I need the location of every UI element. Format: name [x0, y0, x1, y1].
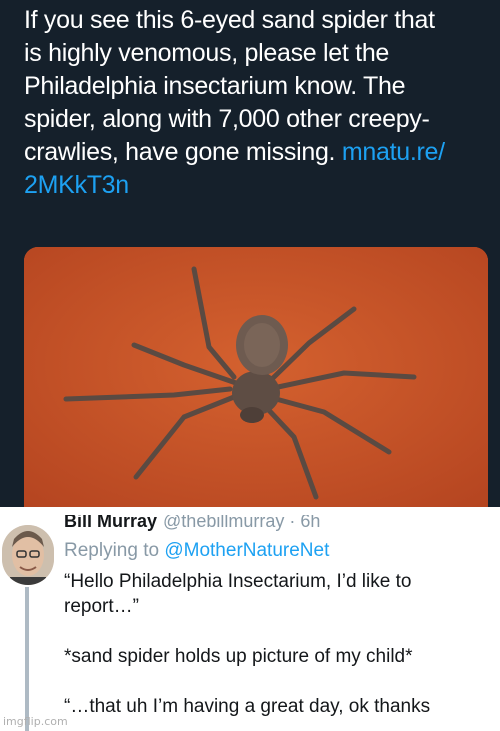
- thread-line: [25, 587, 29, 731]
- author-handle[interactable]: @thebillmurray · 6h: [163, 515, 320, 531]
- avatar[interactable]: [2, 525, 54, 585]
- reply-text: “Hello Philadelphia Insectarium, I’d lik…: [64, 571, 431, 717]
- replying-prefix: Replying to: [64, 540, 165, 561]
- tweet-link-part2: 2MKkT3n: [24, 171, 129, 199]
- spider-photo[interactable]: [24, 247, 488, 508]
- mention-link[interactable]: @MotherNatureNet: [164, 540, 329, 561]
- replying-to: Replying to @MotherNatureNet: [64, 540, 329, 562]
- original-tweet: If you see this 6-eyed sand spider that …: [0, 0, 500, 508]
- tweet-link-part1: mnatu.re/: [341, 138, 445, 166]
- tweet-separator: [0, 507, 500, 515]
- author-row: Bill Murray @thebillmurray · 6h: [64, 515, 320, 532]
- reply-tweet: Bill Murray @thebillmurray · 6h Replying …: [0, 515, 500, 731]
- author-name[interactable]: Bill Murray: [64, 515, 157, 531]
- tweet-text: If you see this 6-eyed sand spider that …: [24, 4, 484, 202]
- watermark: imgflip.com: [3, 715, 68, 728]
